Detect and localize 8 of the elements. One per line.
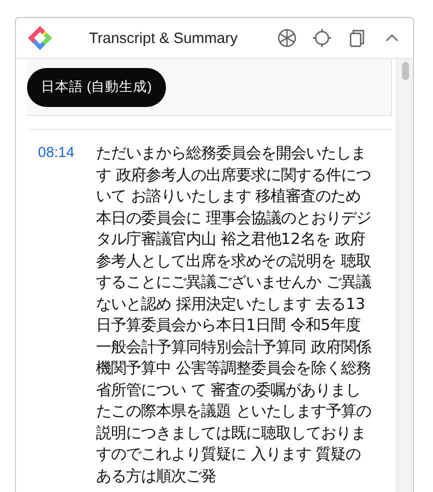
scrollbar[interactable] (396, 59, 413, 492)
language-chip[interactable]: 日本語 (自動生成) (27, 68, 166, 106)
panel-title: Transcript & Summary (88, 30, 239, 46)
scrollbar-thumb[interactable] (402, 62, 408, 80)
logo-icon (27, 25, 53, 51)
transcript-text: ただいまから総務委員会を開会いたします 政府参考人の出席要求に関する件について お諮りいたします 移植審査のため本日の委員会に 理事会協議のとおりデジタル庁審議官内山 裕之君他12名を 政府参考人として出席を求めその説明を 聴取することにご異議ございませんか ご異議ないと認め 採用決定いたします 去る13日予算委員会から本日1日間 令和5年度一般会計予算同特別会計予算同 政府関係機関予算中 公害等調整委員会を除く総務省所管につい て 審査の委嘱がありましたこの際本県を議題 といたします予算の説明につきましては既に聴取しておりますのでこれより質疑に 入ります 質疑のある方は順次ご発 (96, 143, 372, 486)
timestamp-link[interactable]: 08:14 (27, 143, 96, 487)
crosshair-icon[interactable] (311, 27, 333, 49)
